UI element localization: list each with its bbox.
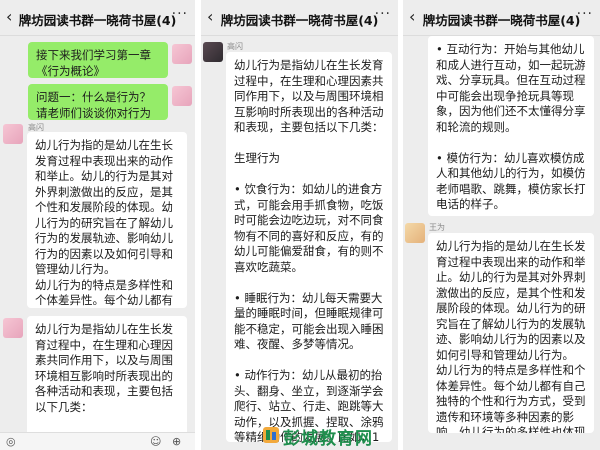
message-bubble[interactable]: 幼儿行为是指幼儿在生长发育过程中，在生理和心理因素共同作用下，以及与周围环境相互…: [27, 316, 187, 436]
chat-titlebar: ‹ 牌坊园读书群一晓荷书屋(4) ···: [403, 0, 600, 36]
chat-title: 牌坊园读书群一晓荷书屋(4): [18, 13, 177, 28]
message-bubble-self[interactable]: 问题一：什么是行为？请老师们谈谈你对行为的理解: [28, 84, 168, 120]
chat-window-2: ‹ 牌坊园读书群一晓荷书屋(4) ··· 高闪 幼儿行为是指幼儿在生长发育过程中…: [201, 0, 398, 450]
sender-name: 王为: [429, 223, 445, 232]
message-bubble[interactable]: • 互动行为：开始与其他幼儿和成人进行互动，如一起玩游戏、分享玩具。但在互动过程…: [428, 36, 594, 216]
user-avatar[interactable]: [3, 124, 23, 144]
user-avatar[interactable]: [3, 318, 23, 338]
message-bubble-self[interactable]: 接下来我们学习第一章《行为概论》: [28, 42, 168, 78]
voice-icon[interactable]: ◎: [6, 435, 16, 448]
chat-titlebar: ‹ 牌坊园读书群一晓荷书屋(4) ···: [201, 0, 398, 36]
self-avatar[interactable]: [172, 86, 192, 106]
chat-titlebar: ‹ 牌坊园读书群一晓荷书屋(4) ···: [0, 0, 195, 36]
more-options-icon[interactable]: ···: [172, 6, 188, 22]
more-options-icon[interactable]: ···: [577, 6, 593, 22]
message-bubble[interactable]: 幼儿行为指的是幼儿在生长发育过程中表现出来的动作和举止。幼儿的行为是其对外界刺激…: [27, 132, 187, 308]
user-avatar[interactable]: [405, 223, 425, 243]
message-bubble[interactable]: 幼儿行为是指幼儿在生长发育过程中，在生理和心理因素共同作用下，以及与周围环境相互…: [226, 52, 392, 442]
chat-title: 牌坊园读书群一晓荷书屋(4): [422, 13, 581, 28]
more-options-icon[interactable]: ···: [375, 6, 391, 22]
chat-window-3: ‹ 牌坊园读书群一晓荷书屋(4) ··· • 互动行为：开始与其他幼儿和成人进行…: [403, 0, 600, 450]
input-bar: ◎ ☺ ⊕: [0, 432, 195, 450]
self-avatar[interactable]: [172, 44, 192, 64]
chat-window-1: ‹ 牌坊园读书群一晓荷书屋(4) ··· 接下来我们学习第一章《行为概论》 问题…: [0, 0, 195, 450]
watermark-text: 彭城教育网: [283, 429, 373, 449]
emoji-icon[interactable]: ☺: [150, 435, 161, 448]
sender-name: 高闪: [227, 42, 243, 51]
watermark-logo-icon: [263, 427, 279, 443]
add-icon[interactable]: ⊕: [172, 435, 181, 448]
message-bubble[interactable]: 幼儿行为指的是幼儿在生长发育过程中表现出来的动作和举止。幼儿的行为是其对外界刺激…: [428, 233, 594, 433]
chat-title: 牌坊园读书群一晓荷书屋(4): [220, 13, 379, 28]
user-avatar[interactable]: [203, 42, 223, 62]
